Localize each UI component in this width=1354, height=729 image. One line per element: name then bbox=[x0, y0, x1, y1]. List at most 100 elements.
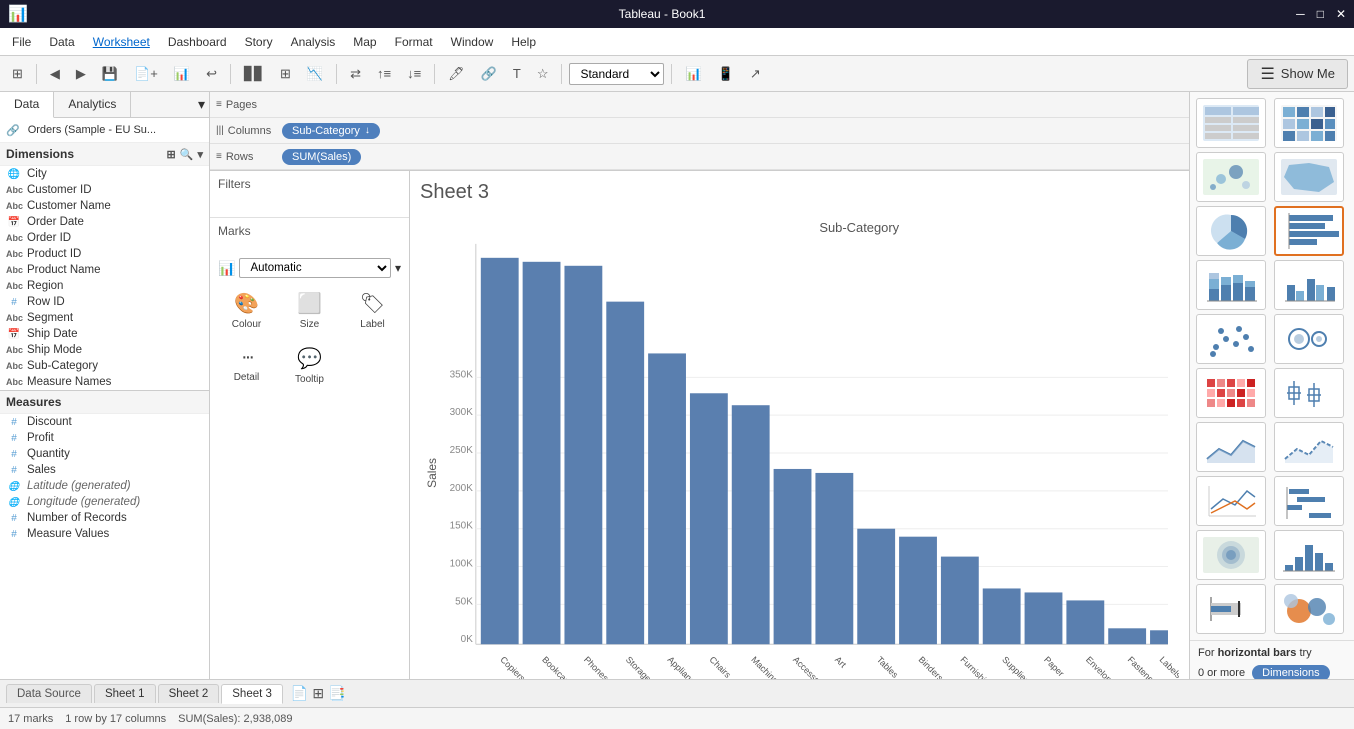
menu-dashboard[interactable]: Dashboard bbox=[160, 32, 235, 52]
field-city[interactable]: 🌐 City bbox=[0, 166, 209, 182]
dimensions-sort-icon[interactable]: ▾ bbox=[197, 148, 203, 161]
new-dashboard-icon[interactable]: ⊞ bbox=[312, 685, 324, 702]
field-longitude[interactable]: 🌐 Longitude (generated) bbox=[0, 494, 209, 510]
bar-supplies[interactable] bbox=[983, 588, 1021, 644]
chart-type-box-plot[interactable] bbox=[1274, 368, 1344, 418]
field-ship-mode[interactable]: Abc Ship Mode bbox=[0, 342, 209, 358]
bar-storage[interactable] bbox=[606, 302, 644, 645]
field-row-id[interactable]: # Row ID bbox=[0, 294, 209, 310]
toolbar-analyze[interactable]: 📉 bbox=[301, 62, 329, 86]
measures-header[interactable]: Measures bbox=[0, 390, 209, 414]
minimize-btn[interactable]: ─ bbox=[1296, 7, 1305, 21]
chart-type-area-continuous[interactable] bbox=[1196, 422, 1266, 472]
chart-type-side-by-side[interactable] bbox=[1274, 260, 1344, 310]
field-ship-date[interactable]: 📅 Ship Date bbox=[0, 326, 209, 342]
new-story-icon[interactable]: 📑 bbox=[328, 685, 345, 702]
toolbar-color[interactable]: 🖊 bbox=[442, 62, 471, 86]
toolbar-save[interactable]: 💾 bbox=[96, 62, 124, 86]
toolbar-sort-desc[interactable]: ↓≡ bbox=[401, 62, 427, 85]
close-btn[interactable]: ✕ bbox=[1336, 7, 1346, 21]
toolbar-something[interactable]: 📊 bbox=[168, 62, 196, 86]
bar-phones[interactable] bbox=[564, 266, 602, 644]
menu-story[interactable]: Story bbox=[237, 32, 281, 52]
dimensions-header[interactable]: Dimensions ⊞ 🔍 ▾ bbox=[0, 143, 209, 166]
bar-chairs[interactable] bbox=[690, 393, 728, 644]
chart-type-text-table[interactable] bbox=[1196, 98, 1266, 148]
toolbar-link[interactable]: 🔗 bbox=[475, 62, 503, 86]
marks-colour-btn[interactable]: 🎨 Colour bbox=[218, 286, 275, 335]
chart-type-histogram[interactable] bbox=[1274, 530, 1344, 580]
bar-machines[interactable] bbox=[732, 405, 770, 644]
bar-labels[interactable] bbox=[1150, 630, 1168, 644]
field-segment[interactable]: Abc Segment bbox=[0, 310, 209, 326]
bar-appliances[interactable] bbox=[648, 353, 686, 644]
tab-data[interactable]: Data bbox=[0, 92, 54, 118]
bar-accessories[interactable] bbox=[774, 469, 812, 644]
marks-label-btn[interactable]: 🏷 Label bbox=[344, 286, 401, 335]
chart-type-stacked-bar[interactable] bbox=[1196, 260, 1266, 310]
dimensions-grid-icon[interactable]: ⊞ bbox=[167, 148, 176, 161]
toolbar-add-datasource[interactable]: 📄+ bbox=[128, 62, 164, 86]
toolbar-swap[interactable]: ⇄ bbox=[344, 62, 367, 86]
field-customer-name[interactable]: Abc Customer Name bbox=[0, 198, 209, 214]
rows-pill[interactable]: SUM(Sales) bbox=[282, 149, 361, 165]
field-discount[interactable]: # Discount bbox=[0, 414, 209, 430]
new-sheet-icon[interactable]: 📄 bbox=[291, 685, 308, 702]
tab-sheet2[interactable]: Sheet 2 bbox=[158, 684, 220, 703]
bar-envelopes[interactable] bbox=[1066, 600, 1104, 644]
chart-type-density-map[interactable] bbox=[1196, 530, 1266, 580]
toolbar-share[interactable]: ↗ bbox=[744, 62, 767, 86]
tab-sheet3[interactable]: Sheet 3 bbox=[221, 684, 283, 704]
toolbar-standard-dropdown[interactable]: Standard Fit Width Fit Height Entire Vie… bbox=[569, 63, 664, 85]
chart-type-bullet[interactable] bbox=[1196, 584, 1266, 634]
field-measure-values[interactable]: # Measure Values bbox=[0, 526, 209, 542]
toolbar-forward[interactable]: ▶ bbox=[70, 62, 92, 86]
field-quantity[interactable]: # Quantity bbox=[0, 446, 209, 462]
menu-file[interactable]: File bbox=[4, 32, 39, 52]
show-me-button[interactable]: ☰ Show Me bbox=[1247, 59, 1348, 89]
tab-sheet1[interactable]: Sheet 1 bbox=[94, 684, 156, 703]
toolbar-star[interactable]: ☆ bbox=[531, 62, 555, 86]
field-product-id[interactable]: Abc Product ID bbox=[0, 246, 209, 262]
columns-pill[interactable]: Sub-Category ↓ bbox=[282, 123, 380, 139]
field-order-date[interactable]: 📅 Order Date bbox=[0, 214, 209, 230]
chart-type-filled-map[interactable] bbox=[1274, 152, 1344, 202]
chart-type-circle-views[interactable] bbox=[1274, 314, 1344, 364]
bar-copiers[interactable] bbox=[481, 258, 519, 644]
menu-data[interactable]: Data bbox=[41, 32, 82, 52]
chart-type-gantt[interactable] bbox=[1274, 476, 1344, 526]
chart-type-area-discrete[interactable] bbox=[1274, 422, 1344, 472]
bar-furnishings[interactable] bbox=[941, 557, 979, 645]
menu-help[interactable]: Help bbox=[503, 32, 544, 52]
chart-type-heat-map[interactable] bbox=[1196, 368, 1266, 418]
chart-type-scatter[interactable] bbox=[1196, 314, 1266, 364]
field-number-of-records[interactable]: # Number of Records bbox=[0, 510, 209, 526]
menu-window[interactable]: Window bbox=[443, 32, 502, 52]
marks-tooltip-btn[interactable]: 💬 Tooltip bbox=[281, 341, 338, 390]
menu-map[interactable]: Map bbox=[345, 32, 384, 52]
field-latitude[interactable]: 🌐 Latitude (generated) bbox=[0, 478, 209, 494]
bar-paper[interactable] bbox=[1025, 592, 1063, 644]
chart-type-horizontal-bar[interactable] bbox=[1274, 206, 1344, 256]
menu-worksheet[interactable]: Worksheet bbox=[85, 32, 158, 52]
toolbar-sort-asc[interactable]: ↑≡ bbox=[371, 62, 397, 85]
bar-tables[interactable] bbox=[857, 529, 895, 645]
toolbar-text[interactable]: T bbox=[507, 62, 527, 85]
chart-type-symbol-map[interactable] bbox=[1196, 152, 1266, 202]
menu-analysis[interactable]: Analysis bbox=[283, 32, 344, 52]
toolbar-table[interactable]: ⊞ bbox=[274, 62, 297, 86]
field-region[interactable]: Abc Region bbox=[0, 278, 209, 294]
toolbar-bar[interactable]: ▊▊ bbox=[238, 62, 270, 86]
maximize-btn[interactable]: □ bbox=[1317, 7, 1324, 21]
toolbar-chart-type[interactable]: 📊 bbox=[679, 62, 707, 86]
field-customer-id[interactable]: Abc Customer ID bbox=[0, 182, 209, 198]
bar-bookcases[interactable] bbox=[523, 262, 561, 644]
toolbar-back[interactable]: ◀ bbox=[44, 62, 66, 86]
chart-type-packed-bubbles[interactable] bbox=[1274, 584, 1344, 634]
field-sub-category[interactable]: Abc Sub-Category bbox=[0, 358, 209, 374]
bar-fasteners[interactable] bbox=[1108, 628, 1146, 644]
bar-binders[interactable] bbox=[899, 537, 937, 645]
dimensions-search-icon[interactable]: 🔍 bbox=[180, 148, 194, 161]
field-profit[interactable]: # Profit bbox=[0, 430, 209, 446]
field-sales[interactable]: # Sales bbox=[0, 462, 209, 478]
